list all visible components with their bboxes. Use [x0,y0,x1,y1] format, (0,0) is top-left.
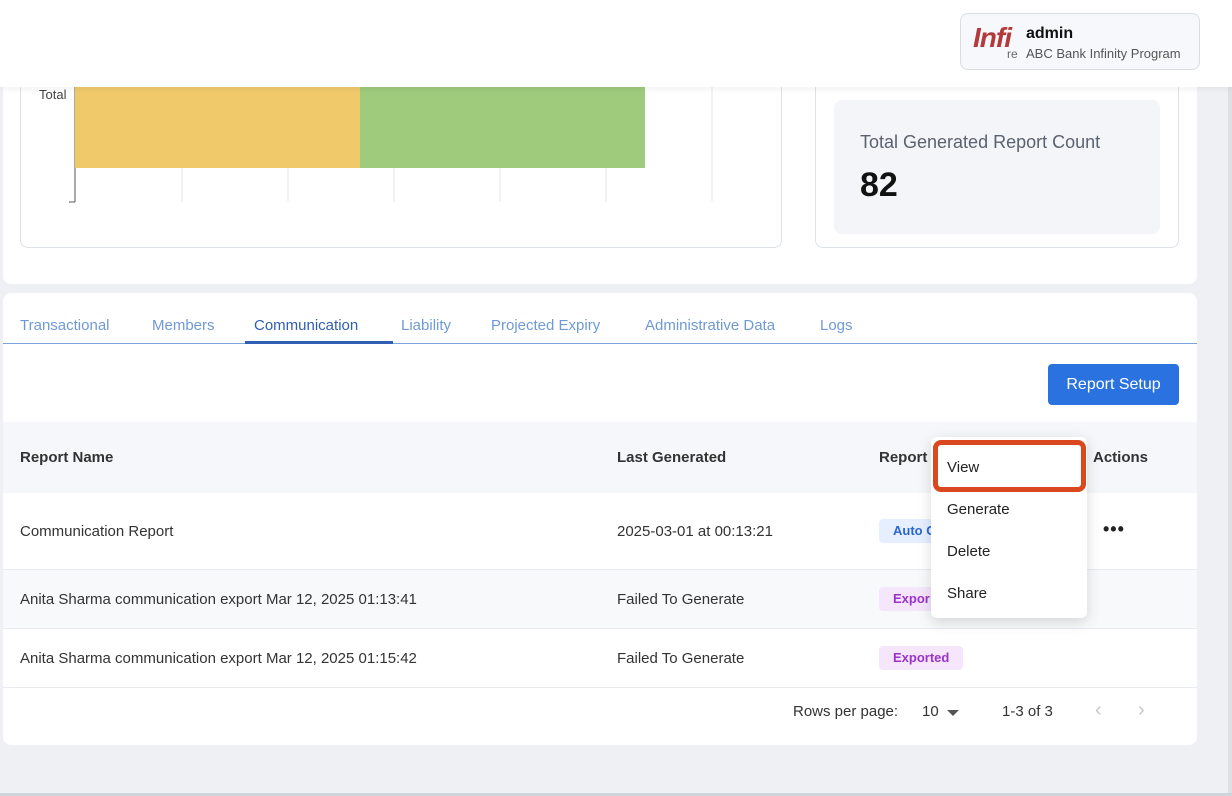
menu-item-share[interactable]: Share [947,585,987,602]
stat-value: 82 [860,166,898,204]
tab-logs[interactable]: Logs [820,317,853,334]
status-badge: Auto G [879,519,933,543]
report-tabs: Transactional Members Communication Liab… [3,313,1197,344]
status-badge: Exported [879,646,964,670]
last-generated: Failed To Generate [617,650,745,667]
tab-projected-expiry[interactable]: Projected Expiry [491,317,600,334]
status-badge: Expor [879,587,933,611]
pagination: Rows per page: 10 1-3 of 3 ‹ › [3,688,1197,745]
report-name: Anita Sharma communication export Mar 12… [20,591,417,608]
scrollbar-track[interactable] [1228,87,1232,793]
brand-logo: Infi re [973,22,1021,62]
more-actions-icon[interactable]: ••• [1103,519,1125,540]
header-actions: Actions [1093,449,1149,466]
tab-communication[interactable]: Communication [254,317,358,334]
header-last-generated[interactable]: Last Generated [617,449,726,466]
logo-text: Infi [973,22,1012,53]
report-setup-button[interactable]: Report Setup [1048,364,1179,405]
program-name: ABC Bank Infinity Program [1026,46,1181,61]
report-chart-card: Total [20,60,782,248]
tab-liability[interactable]: Liability [401,317,451,334]
logo-sub: re [1007,47,1018,61]
menu-item-generate[interactable]: Generate [947,501,1010,518]
top-header: Infi re admin ABC Bank Infinity Program [0,0,1232,87]
category-label: Total [39,87,67,102]
rows-per-page-select[interactable]: 10 [922,703,939,720]
bar-segment-2[interactable] [360,87,645,168]
bar-segment-1[interactable] [75,87,360,168]
chevron-down-icon[interactable] [947,710,959,716]
next-page-icon[interactable]: › [1138,699,1145,722]
header-report-type[interactable]: Report [879,449,927,466]
user-profile-chip[interactable]: Infi re admin ABC Bank Infinity Program [960,13,1200,70]
header-report-name[interactable]: Report Name [20,449,113,466]
last-generated: 2025-03-01 at 00:13:21 [617,523,773,540]
stacked-bar-chart: Total [39,87,713,203]
stat-panel: Total Generated Report Count 82 [834,100,1160,234]
prev-page-icon[interactable]: ‹ [1095,699,1102,722]
active-tab-indicator [245,341,393,344]
report-name: Anita Sharma communication export Mar 12… [20,650,417,667]
menu-item-delete[interactable]: Delete [947,543,990,560]
stat-label: Total Generated Report Count [860,132,1101,152]
rows-per-page-label: Rows per page: [793,703,899,720]
user-name: admin [1026,25,1074,42]
last-generated: Failed To Generate [617,591,745,608]
page-range: 1-3 of 3 [1002,703,1053,720]
tab-administrative-data[interactable]: Administrative Data [645,317,775,334]
tab-transactional[interactable]: Transactional [20,317,110,334]
table-row[interactable]: Anita Sharma communication export Mar 12… [3,629,1197,688]
tab-members[interactable]: Members [152,317,215,334]
report-name: Communication Report [20,523,174,540]
view-highlight-box [933,440,1086,492]
